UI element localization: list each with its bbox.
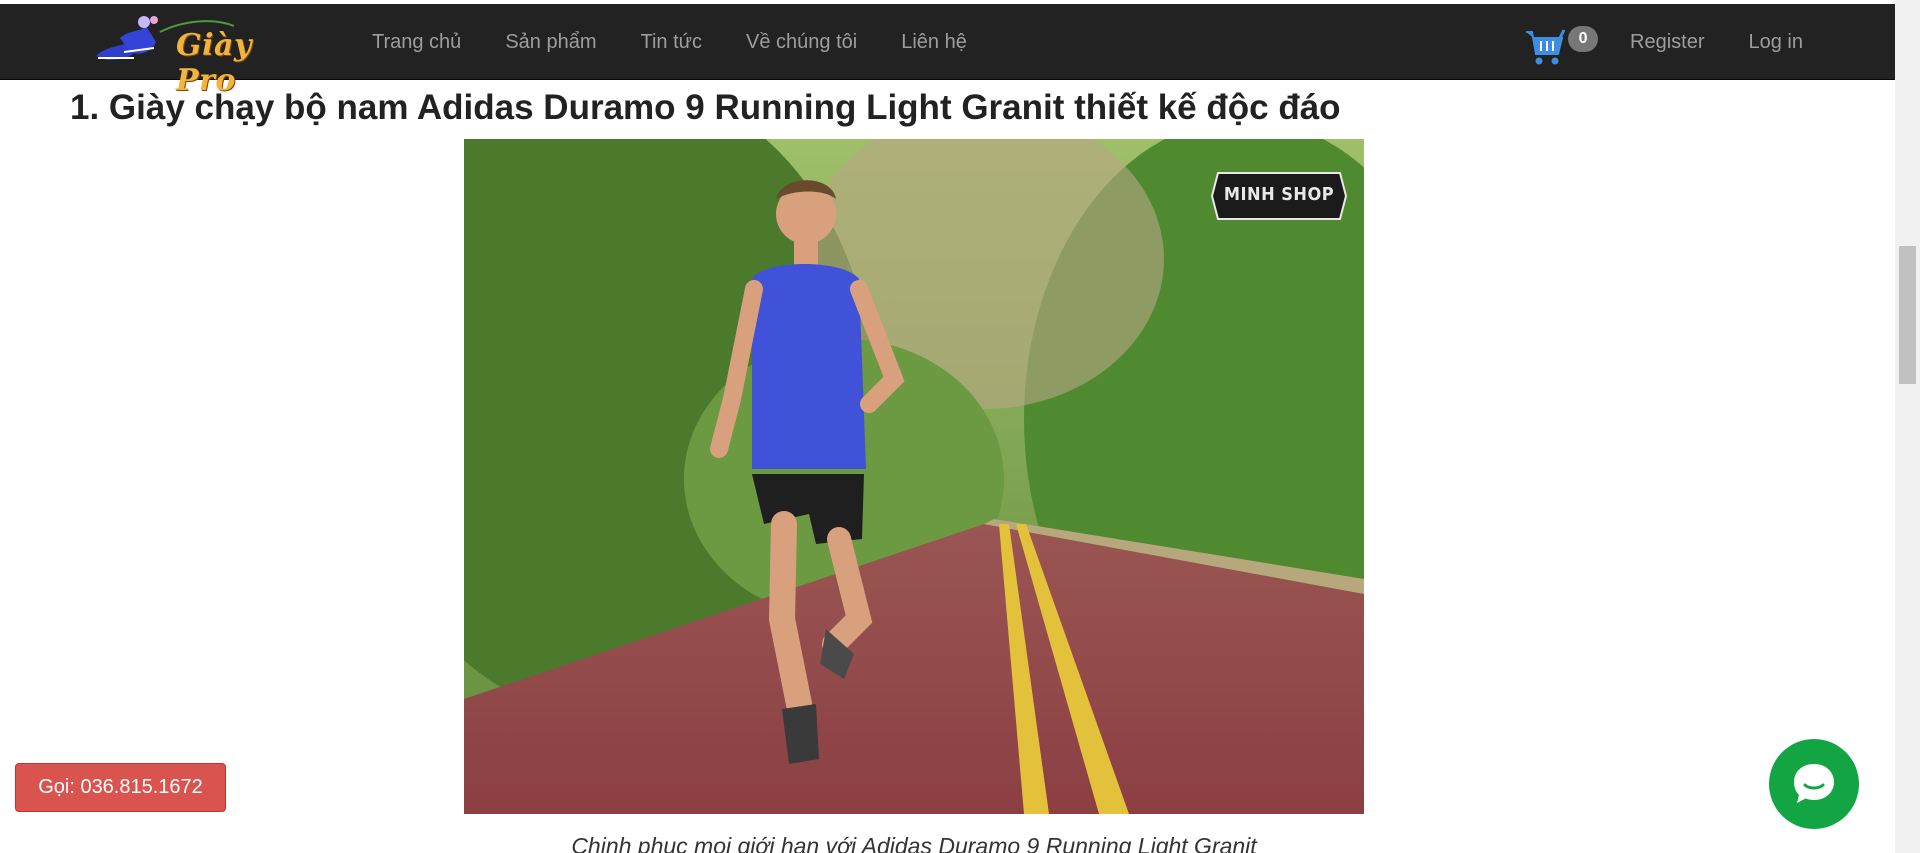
scrollbar-thumb[interactable] [1899, 246, 1916, 384]
primary-nav: Trang chủ Sản phẩm Tin tức Về chúng tôi … [350, 4, 989, 80]
image-caption: Chinh phục mọi giới hạn với Adidas Duram… [571, 833, 1257, 853]
user-nav: 0 Register Log in [1524, 4, 1895, 80]
cart-button[interactable]: 0 [1524, 14, 1599, 70]
page-scrollbar[interactable] [1895, 0, 1920, 853]
nav-about[interactable]: Về chúng tôi [724, 31, 879, 54]
nav-products[interactable]: Sản phẩm [483, 31, 618, 54]
article-hero-image: MINH SHOP [464, 139, 1364, 814]
brand-logo[interactable]: Giày Pro [94, 12, 284, 98]
shop-watermark: MINH SHOP [1210, 163, 1348, 229]
runner-photo [464, 139, 1364, 814]
cart-count-badge: 0 [1568, 26, 1599, 52]
watermark-text: MINH SHOP [1223, 184, 1335, 205]
nav-news[interactable]: Tin tức [618, 31, 724, 54]
login-link[interactable]: Log in [1727, 31, 1826, 54]
shopping-cart-icon [1526, 29, 1566, 65]
chat-bubble-icon [1794, 764, 1834, 803]
call-hotline-button[interactable]: Gọi: 036.815.1672 [15, 763, 226, 812]
live-chat-button[interactable] [1769, 739, 1859, 829]
nav-home[interactable]: Trang chủ [350, 31, 483, 54]
register-link[interactable]: Register [1608, 31, 1726, 54]
main-navbar: Giày Pro Trang chủ Sản phẩm Tin tức Về c… [0, 4, 1895, 98]
article-title: 1. Giày chạy bộ nam Adidas Duramo 9 Runn… [70, 88, 1341, 127]
nav-contact[interactable]: Liên hệ [879, 31, 989, 54]
